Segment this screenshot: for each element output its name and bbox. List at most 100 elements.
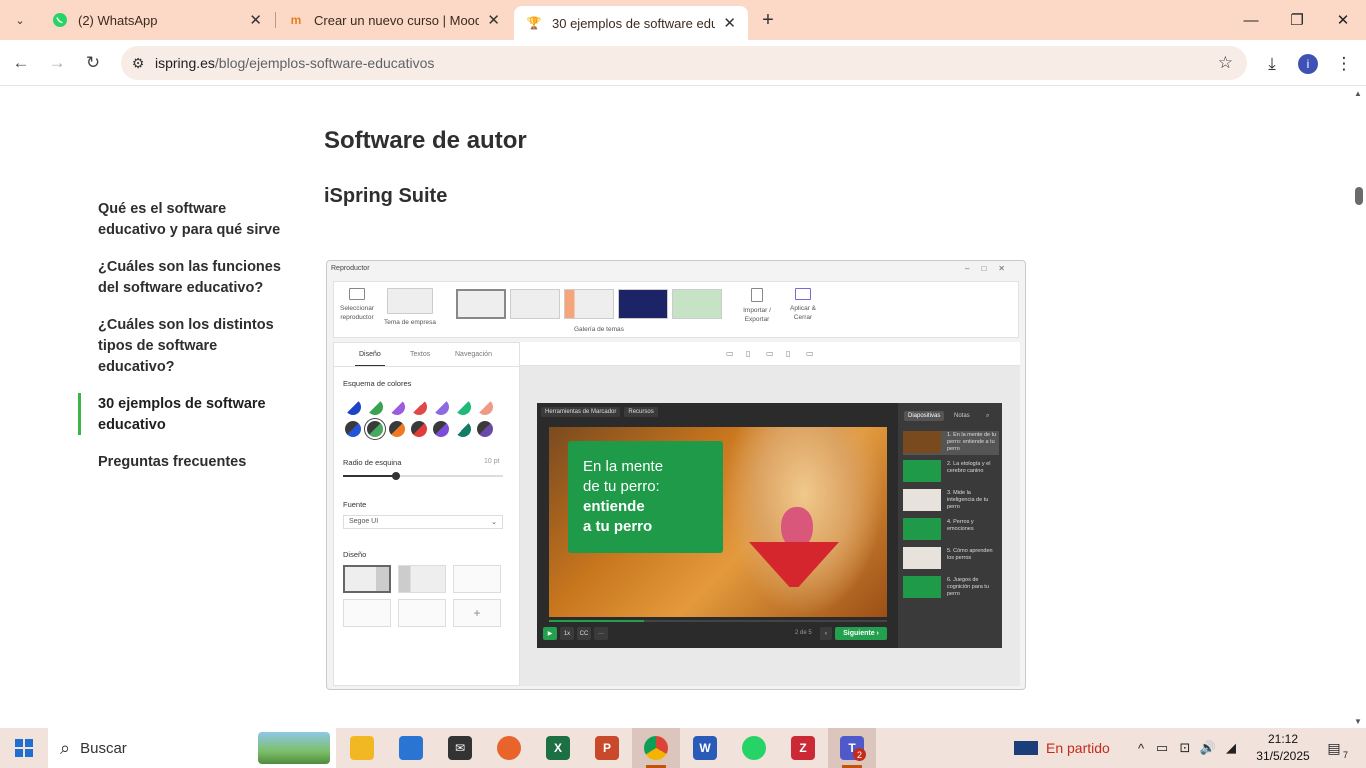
firefox-logo-icon: [497, 736, 521, 760]
slide-line: En la mente: [583, 458, 664, 475]
slide-list-item: 5. Cómo aprenden los perros: [903, 547, 999, 571]
windows-taskbar: ⌕ Buscar ✉ X P W Z T2 En partido ^ ▭ ⊡ 🔊…: [0, 728, 1366, 768]
web-page-content: Qué es el software educativo y para qué …: [0, 87, 1366, 728]
color-swatch: [345, 399, 361, 415]
tab-whatsapp[interactable]: (2) WhatsApp ✕: [40, 0, 274, 40]
microsoft-store-icon[interactable]: [387, 728, 435, 768]
browser-tab-bar: ⌄ (2) WhatsApp ✕ m Crear un nuevo curso …: [0, 0, 1366, 40]
settings-pane: Diseño Textos Navegación Esquema de colo…: [333, 342, 520, 686]
url-text[interactable]: ispring.es/blog/ejemplos-software-educat…: [155, 55, 434, 71]
color-swatch: [389, 399, 405, 415]
corner-radius-slider: [343, 472, 503, 480]
usb-icon[interactable]: ⊡: [1174, 740, 1196, 756]
teams-icon[interactable]: T2: [828, 728, 876, 768]
back-arrow-icon[interactable]: ←: [8, 50, 34, 76]
chevron-up-icon[interactable]: ^: [1132, 741, 1150, 756]
slide-list-item: 2. La etología y el cerebro canino: [903, 460, 999, 484]
excel-logo-icon: X: [546, 736, 570, 760]
more-button: ···: [594, 627, 608, 640]
wifi-icon[interactable]: ◢: [1220, 740, 1242, 756]
slide-thumbnail: [903, 547, 941, 569]
download-icon[interactable]: ⤓: [1258, 50, 1286, 78]
slide-list-item: 6. Juegos de cognición para tu perro: [903, 576, 999, 600]
chrome-icon[interactable]: [632, 728, 680, 768]
forward-arrow-icon[interactable]: →: [44, 50, 70, 76]
font-label: Fuente: [343, 500, 367, 509]
course-player: Herramientas de Marcador Recursos En la m…: [537, 403, 1002, 648]
profile-avatar[interactable]: i: [1294, 50, 1322, 78]
tab-moodle[interactable]: m Crear un nuevo curso | Moodle ✕: [276, 0, 512, 40]
player-preview-pane: ▭ ▯ ▭ ▯ ▭ Herramientas de Marcador Recurs…: [520, 342, 1020, 686]
powerpoint-icon[interactable]: P: [583, 728, 631, 768]
battery-icon[interactable]: ▭: [1150, 740, 1174, 756]
zotero-icon[interactable]: Z: [779, 728, 827, 768]
toc-item[interactable]: Qué es el software educativo y para qué …: [98, 199, 288, 241]
weather-widget[interactable]: En partido: [1014, 728, 1110, 768]
slide-image: En la mente de tu perro: entiende a tu p…: [549, 427, 887, 617]
minimize-icon[interactable]: —: [1228, 0, 1274, 40]
menu-kebab-icon[interactable]: ⋮: [1330, 50, 1358, 78]
slide-thumbnail: [903, 431, 941, 453]
slide-list-label: 3. Mide la inteligencia de tu perro: [947, 490, 989, 510]
notifications-icon[interactable]: ▤ 7: [1322, 736, 1348, 761]
tab-title: (2) WhatsApp: [78, 12, 158, 28]
bookmark-star-icon[interactable]: ☆: [1218, 53, 1233, 73]
prev-arrow-icon: ‹: [820, 627, 832, 640]
scroll-up-arrow-icon[interactable]: ▲: [1354, 89, 1362, 98]
color-swatch: [433, 421, 449, 437]
tab-texts: Textos: [410, 351, 431, 358]
moodle-icon: m: [290, 13, 302, 27]
close-window-icon[interactable]: ✕: [1320, 0, 1366, 40]
file-explorer-icon[interactable]: [338, 728, 386, 768]
firefox-icon[interactable]: [485, 728, 533, 768]
page-scrollbar[interactable]: ▲ ▼: [1352, 87, 1366, 728]
chrome-logo-icon: [644, 736, 668, 760]
word-icon[interactable]: W: [681, 728, 729, 768]
folder-icon: [350, 736, 374, 760]
windows-start-icon[interactable]: [0, 728, 48, 768]
reload-icon[interactable]: ↻: [80, 50, 106, 76]
add-layout-plus-icon: +: [453, 599, 501, 627]
close-tab-icon[interactable]: ✕: [487, 11, 500, 29]
toc-item[interactable]: Preguntas frecuentes: [98, 452, 288, 473]
import-export-button: Importar / Exportar: [738, 288, 776, 324]
tablet-icon: ▯: [746, 349, 751, 358]
player-icon: [349, 288, 365, 300]
close-tab-icon[interactable]: ✕: [723, 14, 736, 32]
taskbar-search[interactable]: ⌕ Buscar: [48, 728, 336, 768]
store-icon: [399, 736, 423, 760]
scrollbar-thumb[interactable]: [1355, 187, 1363, 205]
corner-radius-value: 10 pt: [484, 458, 500, 465]
site-info-icon[interactable]: ⚙: [121, 55, 155, 72]
slide-list-item: 3. Mide la inteligencia de tu perro: [903, 489, 999, 513]
tab-ispring-active[interactable]: 🏆 30 ejemplos de software edu ✕: [514, 6, 748, 40]
scroll-down-arrow-icon[interactable]: ▼: [1354, 717, 1362, 726]
progress-fill: [549, 620, 644, 622]
address-bar[interactable]: ⚙ ispring.es/blog/ejemplos-software-educ…: [121, 46, 1247, 80]
tab-search-dropdown-icon[interactable]: ⌄: [8, 8, 32, 32]
toc-item[interactable]: ¿Cuáles son las funciones del software e…: [98, 257, 288, 299]
slide-list-label: 5. Cómo aprenden los perros: [947, 548, 993, 561]
color-swatch-selected: [367, 421, 383, 437]
new-tab-plus-icon[interactable]: +: [756, 8, 780, 32]
select-player-label: Seleccionar reproductor: [340, 305, 374, 321]
whatsapp-taskbar-icon[interactable]: [730, 728, 778, 768]
close-tab-icon[interactable]: ✕: [249, 11, 262, 29]
volume-icon[interactable]: 🔊: [1196, 740, 1220, 756]
slide-thumbnail: [903, 518, 941, 540]
clock[interactable]: 21:12 31/5/2025: [1254, 731, 1312, 765]
font-select: Segoe UI ⌄: [343, 515, 503, 529]
theme-thumbnail: [510, 289, 560, 319]
ispring-product-screenshot: Reproductor –□✕ Seleccionar reproductor …: [326, 260, 1026, 690]
excel-icon[interactable]: X: [534, 728, 582, 768]
layout-option: [398, 599, 446, 627]
toc-item-active[interactable]: 30 ejemplos de software educativo: [98, 394, 288, 436]
search-icon: ⌕: [986, 413, 990, 419]
color-swatch: [477, 421, 493, 437]
toc-item[interactable]: ¿Cuáles son los distintos tipos de softw…: [98, 315, 288, 378]
color-swatch: [345, 421, 361, 437]
restore-icon[interactable]: ❐: [1274, 0, 1320, 40]
slide-line: a tu perro: [583, 518, 653, 535]
device-preview-bar: ▭ ▯ ▭ ▯ ▭: [520, 342, 1020, 366]
mail-icon[interactable]: ✉: [436, 728, 484, 768]
